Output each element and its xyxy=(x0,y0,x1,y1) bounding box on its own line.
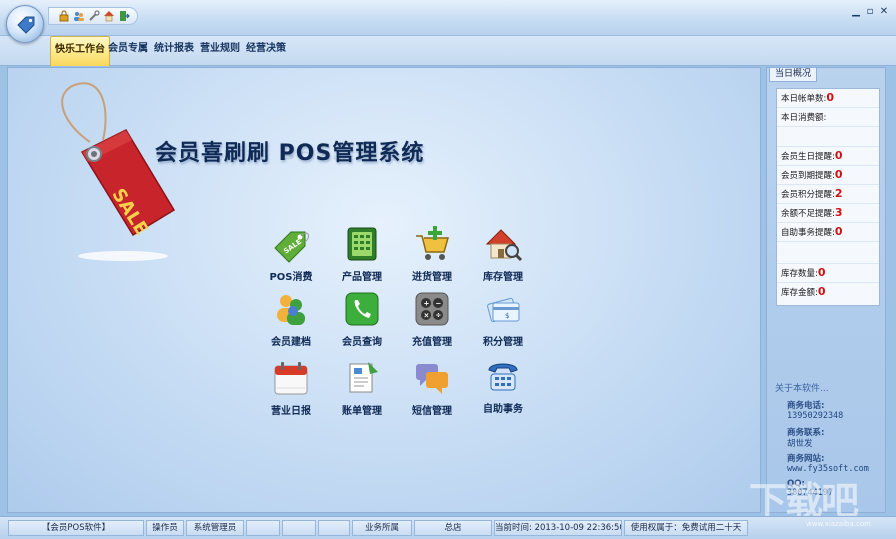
tile-recharge[interactable]: + − × ÷ 充值管理 xyxy=(397,289,467,353)
tab-reports[interactable]: 统计报表 xyxy=(150,36,198,66)
svg-text:÷: ÷ xyxy=(436,312,442,320)
tab-decisions[interactable]: 经营决策 xyxy=(242,36,290,66)
tile-inventory[interactable]: 库存管理 xyxy=(468,224,538,288)
cart-icon xyxy=(416,226,449,260)
today-bill-count: 本日帐单数:0 xyxy=(777,89,879,108)
chat-icon xyxy=(416,364,448,394)
document-icon xyxy=(349,362,378,393)
tile-points[interactable]: $ 积分管理 xyxy=(468,289,538,353)
tile-pos-sale[interactable]: SALE POS消费 xyxy=(256,224,326,288)
status-operator: 系统管理员 xyxy=(186,520,244,536)
status-empty xyxy=(318,520,350,536)
tile-label: 库存管理 xyxy=(483,272,523,283)
tile-label: 充值管理 xyxy=(412,337,452,348)
watermark-url: www.xiazaiba.com xyxy=(806,520,871,528)
tile-products[interactable]: 产品管理 xyxy=(327,224,397,288)
ribbon-tabs: 快乐工作台 会员专属 统计报表 营业规则 经营决策 xyxy=(0,36,896,66)
status-business: 总店 xyxy=(414,520,492,536)
stock-quantity: 库存数量:0 xyxy=(777,264,879,283)
exit-icon[interactable] xyxy=(117,10,130,23)
tab-members[interactable]: 会员专属 xyxy=(104,36,152,66)
svg-text:−: − xyxy=(436,300,442,308)
tile-label: 账单管理 xyxy=(342,406,382,417)
points-reminder[interactable]: 会员积分提醒:2 xyxy=(777,185,879,204)
status-bar: 【会员POS软件】 操作员 系统管理员 业务所属 总店 当前时间: 2013-1… xyxy=(0,516,896,539)
status-empty xyxy=(246,520,280,536)
today-panel: 当日概况 本日帐单数:0 本日消费额: 会员生日提醒:0 会员到期提醒:0 会员… xyxy=(766,67,886,513)
status-operator-label: 操作员 xyxy=(146,520,184,536)
title-bar: ▁ ▫ ✕ xyxy=(0,0,896,43)
birthday-reminder[interactable]: 会员生日提醒:0 xyxy=(777,147,879,166)
tile-label: POS消费 xyxy=(269,272,313,283)
restore-icon[interactable]: ▫ xyxy=(864,6,876,18)
app-menu-button[interactable] xyxy=(6,5,44,43)
workspace: SALE 会员喜刷刷 POS管理系统 会员喜刷刷 POS管理系统 SALE PO… xyxy=(7,67,761,513)
tile-self-service[interactable]: 自助事务 xyxy=(468,356,538,420)
tile-sms[interactable]: 短信管理 xyxy=(397,358,467,422)
tile-label: 进货管理 xyxy=(412,272,452,283)
tile-label: 自助事务 xyxy=(483,404,523,415)
stock-amount: 库存金额:0 xyxy=(781,285,826,298)
phone-value: 13950292348 xyxy=(787,411,844,421)
calculator-icon xyxy=(347,227,377,261)
status-empty xyxy=(282,520,316,536)
balance-reminder[interactable]: 余额不足提醒:3 xyxy=(777,204,879,223)
tile-bills[interactable]: 账单管理 xyxy=(327,358,397,422)
tile-label: 短信管理 xyxy=(412,406,452,417)
tag-icon xyxy=(17,16,35,34)
today-sales-amount: 本日消费额: xyxy=(777,108,879,127)
window-controls: ▁ ▫ ✕ xyxy=(850,6,890,18)
lock-icon[interactable] xyxy=(57,10,70,23)
sale-tag-icon: SALE xyxy=(61,82,176,261)
svg-text:×: × xyxy=(424,312,430,320)
site-label: 商务网站: xyxy=(787,454,825,464)
phone-label: 商务电话: xyxy=(787,401,825,411)
today-summary: 本日帐单数:0 本日消费额: 会员生日提醒:0 会员到期提醒:0 会员积分提醒:… xyxy=(776,88,880,306)
calendar-icon xyxy=(274,362,308,395)
members-icon xyxy=(277,295,305,325)
about-heading[interactable]: 关于本软件... xyxy=(775,381,829,394)
expiry-reminder[interactable]: 会员到期提醒:0 xyxy=(777,166,879,185)
tile-label: 会员建档 xyxy=(271,337,311,348)
minimize-icon[interactable]: ▁ xyxy=(850,6,862,18)
card-icon: $ xyxy=(487,297,520,323)
status-time: 当前时间: 2013-10-09 22:36:50 xyxy=(494,520,622,536)
tile-label: 会员查询 xyxy=(342,337,382,348)
tab-work-desk[interactable]: 快乐工作台 xyxy=(50,36,110,66)
sale-tag-icon: SALE xyxy=(274,231,309,263)
tab-business-rules[interactable]: 营业规则 xyxy=(196,36,244,66)
title-reflection: 会员喜刷刷 POS管理系统 xyxy=(155,148,425,162)
quick-access-toolbar xyxy=(48,7,138,25)
svg-text:$: $ xyxy=(505,312,509,320)
contact-value: 胡世发 xyxy=(787,439,813,449)
status-business-label: 业务所属 xyxy=(352,520,412,536)
tile-daily-report[interactable]: 营业日报 xyxy=(256,358,326,422)
tab-today-overview[interactable]: 当日概况 xyxy=(769,68,817,82)
close-icon[interactable]: ✕ xyxy=(878,6,890,18)
status-app-name: 【会员POS软件】 xyxy=(8,520,144,536)
users-icon[interactable] xyxy=(72,10,85,23)
home-icon[interactable] xyxy=(102,10,115,23)
status-license: 使用权属于：免费试用二十天 xyxy=(624,520,748,536)
tile-label: 营业日报 xyxy=(271,406,311,417)
tile-member-query[interactable]: 会员查询 xyxy=(327,289,397,353)
tile-label: 产品管理 xyxy=(342,272,382,283)
blank-row xyxy=(777,242,879,264)
tools-icon[interactable] xyxy=(87,10,100,23)
house-search-icon xyxy=(485,229,523,262)
svg-text:+: + xyxy=(424,300,430,308)
phone-icon xyxy=(345,292,379,326)
keypad-icon: + −× ÷ xyxy=(415,292,449,326)
tile-label: 积分管理 xyxy=(483,337,523,348)
blank-row xyxy=(777,127,879,147)
tile-member-create[interactable]: 会员建档 xyxy=(256,289,326,353)
telephone-icon xyxy=(488,363,518,391)
self-service-reminder[interactable]: 自助事务提醒:0 xyxy=(777,223,879,242)
tile-purchase[interactable]: 进货管理 xyxy=(397,224,467,288)
